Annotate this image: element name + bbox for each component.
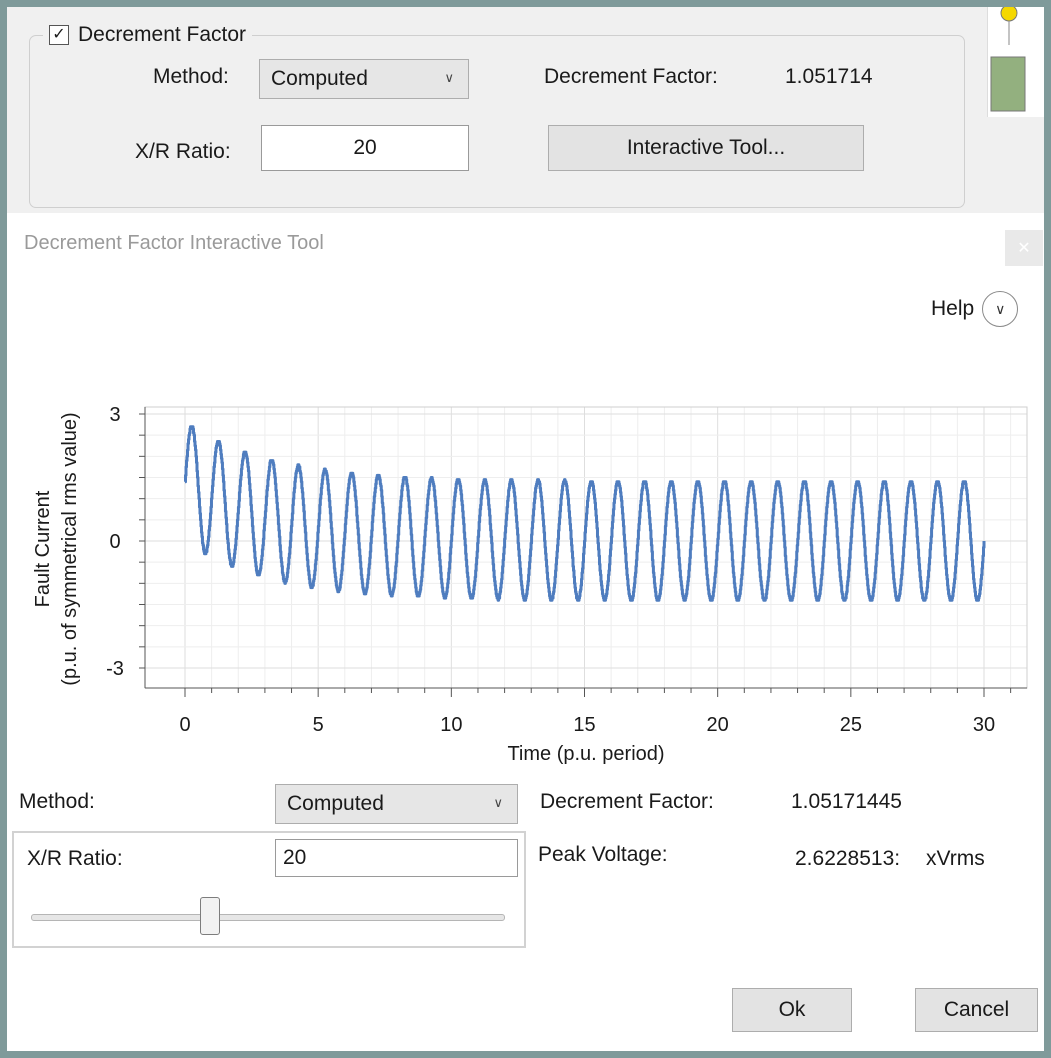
peak-voltage-value: 2.6228513: [795, 847, 901, 870]
x-tick-label: 0 [179, 714, 190, 736]
close-button[interactable]: ✕ [1005, 230, 1043, 266]
x-axis-title: Time (p.u. period) [507, 743, 664, 765]
axis-tick-labels: 0 5 10 15 20 25 3030-3 [106, 404, 995, 736]
peak-voltage-label: Peak Voltage: [538, 843, 668, 866]
plot-area [144, 406, 1028, 689]
x-tick-label: 5 [313, 714, 324, 736]
close-icon: ✕ [1017, 240, 1031, 257]
method-dropdown[interactable]: Computed ∨ [259, 59, 469, 99]
source-symbol-icon [1000, 7, 1018, 22]
method-dropdown-value: Computed [271, 67, 368, 90]
help-toggle[interactable]: Help ∨ [931, 291, 1019, 327]
decrement-settings-panel: ✓ Decrement Factor Method: Computed ∨ De… [7, 7, 1044, 213]
decrement-factor-label: Decrement Factor: [544, 65, 718, 88]
window-frame: ✓ Decrement Factor Method: Computed ∨ De… [7, 7, 1044, 1051]
dialog-decrement-factor-value: 1.05171445 [791, 790, 902, 813]
y-axis-title-line1: Fault Current [32, 490, 54, 607]
dialog-method-dropdown[interactable]: Computed ∨ [275, 784, 518, 824]
peak-voltage-unit: xVrms [926, 847, 985, 870]
xr-ratio-label: X/R Ratio: [135, 140, 231, 163]
x-tick-label: 20 [707, 714, 729, 736]
dialog-method-label: Method: [19, 790, 95, 813]
x-tick-label: 25 [840, 714, 862, 736]
xr-ratio-slider-thumb[interactable] [200, 897, 221, 935]
xr-ratio-input-value: 20 [353, 136, 377, 159]
dialog-title: Decrement Factor Interactive Tool [24, 232, 324, 254]
decrement-factor-group-header: ✓ Decrement Factor [43, 21, 253, 49]
decrement-factor-group-title: Decrement Factor [78, 23, 247, 46]
x-tick-label: 30 [973, 714, 995, 736]
decrement-factor-checkbox[interactable]: ✓ [49, 25, 69, 45]
xr-ratio-input[interactable]: 20 [261, 125, 469, 171]
ok-button[interactable]: Ok [732, 988, 852, 1032]
x-tick-label: 10 [440, 714, 462, 736]
help-label: Help [931, 297, 975, 320]
dialog-xr-ratio-label: X/R Ratio: [27, 847, 123, 870]
chevron-down-icon: ∨ [982, 291, 1019, 327]
diagram-thumbnail [987, 7, 1044, 117]
chevron-down-icon: ∨ [444, 70, 454, 86]
y-axis-title: Fault Current (p.u. of symmetrical rms v… [32, 412, 81, 685]
chart-grid [145, 407, 1027, 688]
y-tick-label: 0 [109, 531, 120, 553]
bus-block-icon [990, 56, 1026, 112]
decrement-factor-value: 1.051714 [785, 65, 873, 88]
y-axis-title-line2: (p.u. of symmetrical rms value) [59, 412, 81, 685]
chevron-down-icon: ∨ [493, 795, 503, 811]
y-tick-label: -3 [106, 658, 124, 680]
dialog-method-dropdown-value: Computed [287, 792, 384, 815]
y-tick-label: 3 [109, 404, 120, 426]
decrement-factor-group [29, 35, 965, 208]
dialog-xr-ratio-input-value: 20 [283, 846, 307, 869]
interactive-tool-button[interactable]: Interactive Tool... [548, 125, 864, 171]
diagram-thumbnail-graphic [990, 7, 1026, 112]
x-tick-label: 15 [573, 714, 595, 736]
dialog-decrement-factor-label: Decrement Factor: [540, 790, 714, 813]
dialog-xr-ratio-input[interactable]: 20 [275, 839, 518, 877]
xr-ratio-slider-track[interactable] [31, 914, 505, 921]
cancel-button[interactable]: Cancel [915, 988, 1038, 1032]
method-label: Method: [153, 65, 229, 88]
